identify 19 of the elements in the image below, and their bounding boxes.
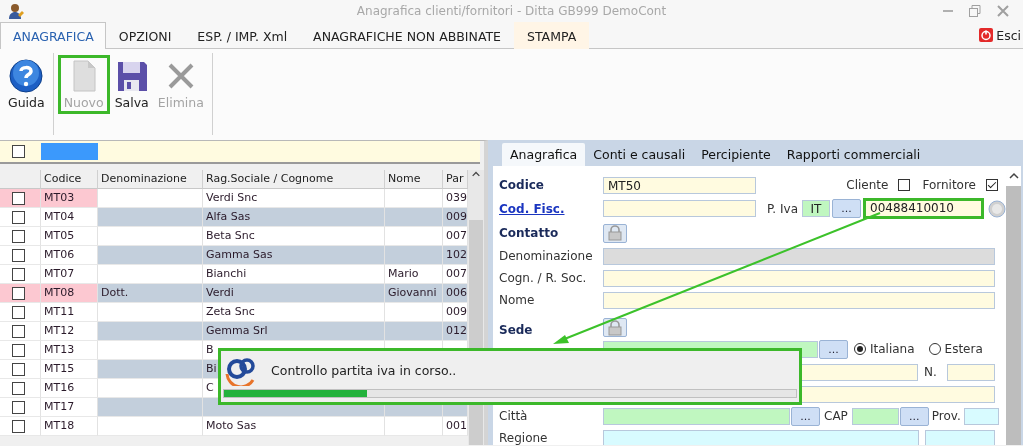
field-label: Contatto: [499, 226, 560, 240]
field-label: Prov.: [931, 409, 961, 423]
field-label: Codice: [499, 178, 545, 192]
checkbox-label: Fornitore: [922, 178, 976, 192]
table-cell: Moto Sas: [203, 417, 385, 436]
checkbox-label: Cliente: [846, 178, 889, 192]
field-label: Regione: [499, 431, 549, 445]
field-label: N.: [924, 365, 937, 379]
table-cell: MT18: [41, 417, 98, 436]
window-title: Anagrafica clienti/fornitori - Ditta GB999 DemoCont: [356, 4, 667, 18]
radio-label: Estera: [944, 342, 983, 356]
field-label: P. Iva: [767, 201, 798, 216]
field-label: CAP: [824, 409, 848, 423]
field-label: Denominazione: [499, 249, 594, 263]
field-label: Nome: [499, 293, 536, 307]
field-label: Cogn. / R. Soc.: [499, 271, 588, 285]
radio-label: Italiana: [870, 342, 915, 356]
field-label: Città: [499, 409, 529, 423]
field-label: Sede: [499, 323, 534, 337]
